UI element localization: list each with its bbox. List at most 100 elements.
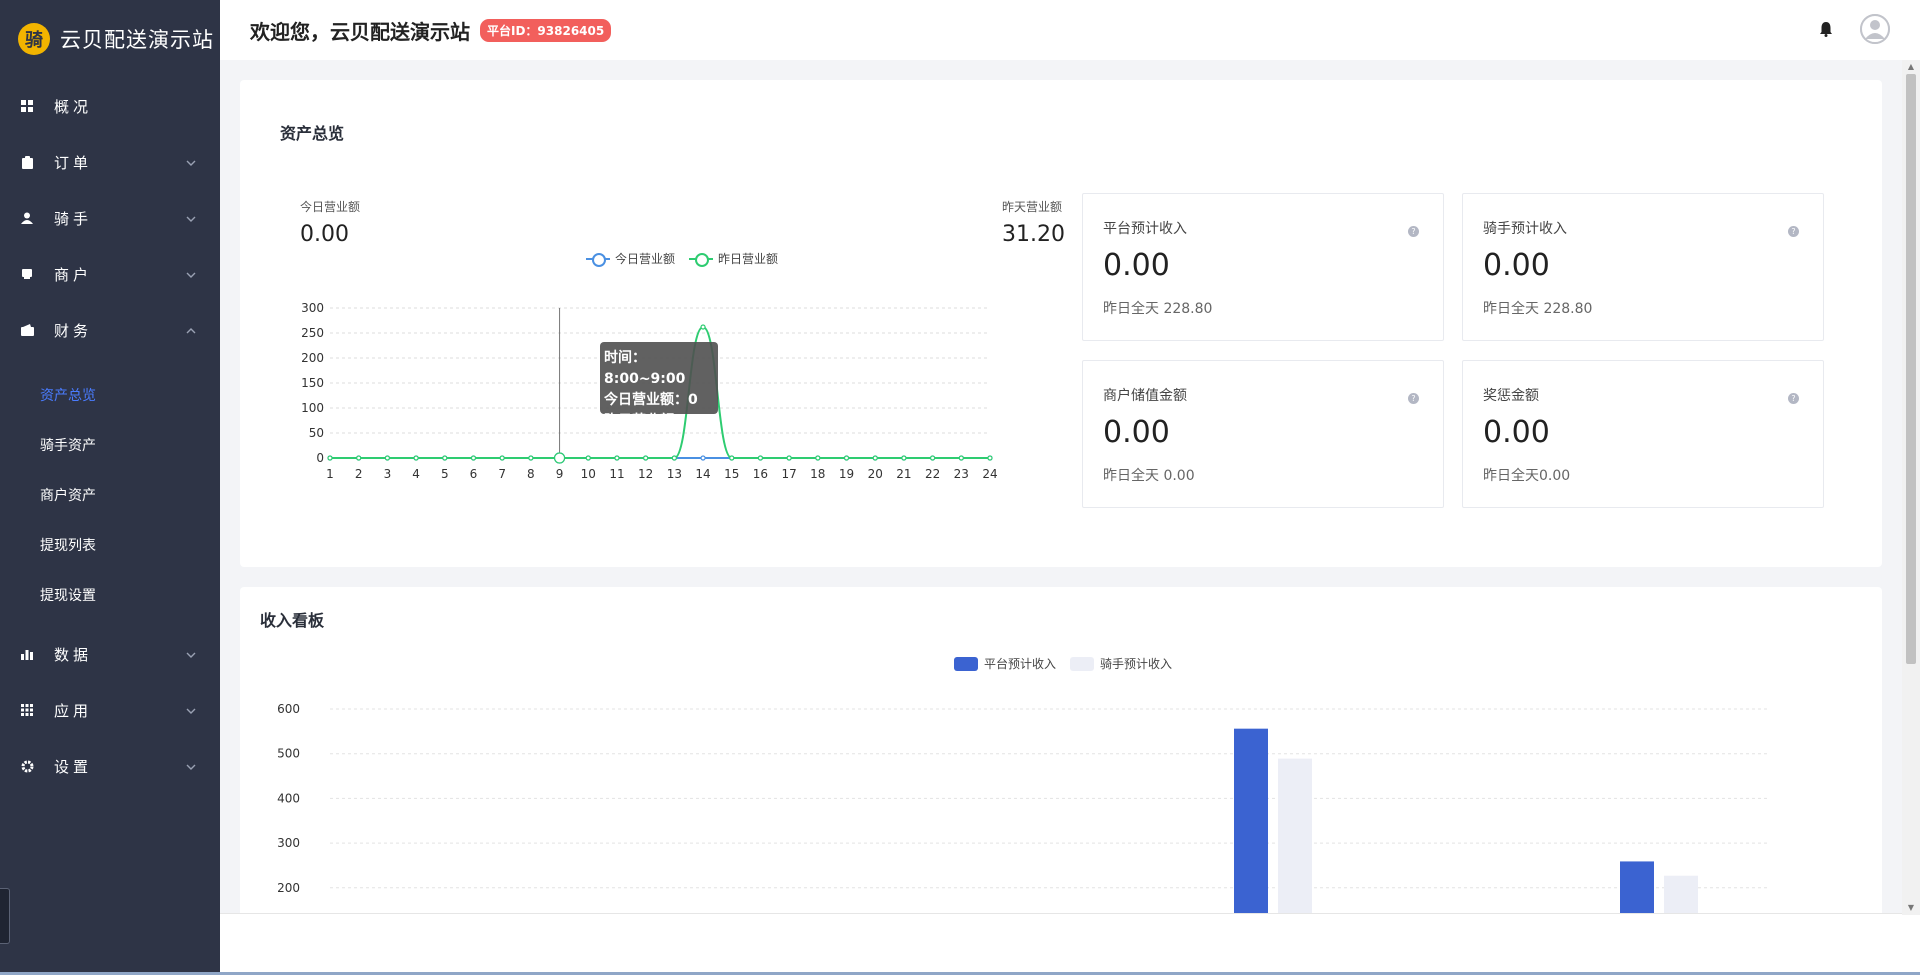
- y-tick-label: 300: [301, 301, 324, 315]
- x-tick-label: 6: [470, 467, 478, 481]
- scroll-up-icon[interactable]: ▲: [1902, 61, 1920, 73]
- scroll-thumb[interactable]: [1906, 74, 1916, 664]
- sidebar-item-label: 数据: [54, 645, 93, 664]
- data-point: [958, 455, 964, 461]
- data-point: [930, 455, 936, 461]
- subnav-asset-overview[interactable]: 资产总览: [0, 370, 220, 420]
- subnav-withdraw-settings[interactable]: 提现设置: [0, 570, 220, 620]
- income-board-panel: 收入看板 平台预计收入 骑手预计收入 200 300 400 500 600: [240, 587, 1882, 917]
- legend-line-marker: [689, 252, 714, 267]
- legend-label: 平台预计收入: [984, 657, 1057, 671]
- x-tick-label: 22: [925, 467, 940, 481]
- page-scrollbar[interactable]: ▲ ▼: [1902, 60, 1920, 915]
- tooltip-today: 今日营业额：0: [604, 392, 698, 408]
- income-bar-chart[interactable]: 200 300 400 500 600: [270, 687, 1830, 917]
- bell-icon[interactable]: [1816, 19, 1836, 39]
- data-point: [442, 455, 448, 461]
- card-reward-penalty: 奖惩金额 0.00 昨日全天0.00 ?: [1462, 360, 1824, 508]
- clipboard-icon: [20, 155, 34, 169]
- help-icon[interactable]: ?: [1408, 393, 1419, 404]
- card-value: 0.00: [1103, 415, 1170, 450]
- sidebar-item-label: 概况: [54, 97, 93, 116]
- yesterday-revenue-label: 昨天营业额: [1002, 200, 1063, 214]
- panel-title: 资产总览: [280, 124, 345, 143]
- x-tick-label: 5: [441, 467, 449, 481]
- data-point: [671, 455, 677, 461]
- data-point: [585, 455, 591, 461]
- data-point: [643, 455, 649, 461]
- sidebar-item-overview[interactable]: 概况: [0, 78, 220, 134]
- sidebar-item-data[interactable]: 数据: [0, 626, 220, 682]
- wallet-icon: [20, 323, 34, 337]
- sidebar-item-apps[interactable]: 应用: [0, 682, 220, 738]
- x-tick-label: 1: [326, 467, 334, 481]
- help-icon[interactable]: ?: [1788, 226, 1799, 237]
- x-tick-label: 17: [781, 467, 796, 481]
- subnav-withdraw-list[interactable]: 提现列表: [0, 520, 220, 570]
- finance-subnav: 资产总览 骑手资产 商户资产 提现列表 提现设置: [0, 358, 220, 626]
- legend-yesterday[interactable]: 昨日营业额: [689, 250, 778, 267]
- bar-platform: [1234, 728, 1268, 917]
- y-tick-label: 600: [277, 702, 300, 716]
- avatar[interactable]: [1860, 14, 1890, 44]
- sidebar-item-merchants[interactable]: 商户: [0, 246, 220, 302]
- card-sub: 昨日全天 0.00: [1103, 468, 1195, 484]
- sidebar-nav-lower: 数据 应用 设置: [0, 626, 220, 794]
- bar-chart-icon: [20, 647, 34, 661]
- x-tick-label: 23: [954, 467, 969, 481]
- tooltip-time: 时间：8:00~9:00: [604, 350, 686, 387]
- x-tick-label: 15: [724, 467, 739, 481]
- x-tick-label: 8: [527, 467, 535, 481]
- data-point: [384, 455, 390, 461]
- card-title: 商户储值金额: [1103, 388, 1187, 404]
- card-sub: 昨日全天 228.80: [1103, 301, 1213, 317]
- footer-area: [220, 913, 1920, 975]
- data-point: [413, 455, 419, 461]
- sidebar-item-settings[interactable]: 设置: [0, 738, 220, 794]
- x-tick-label: 16: [753, 467, 768, 481]
- sidebar-item-finance[interactable]: 财务: [0, 302, 220, 358]
- bar-rider: [1278, 758, 1312, 917]
- scroll-down-icon[interactable]: ▼: [1902, 902, 1920, 914]
- data-point: [499, 455, 505, 461]
- data-point: [872, 455, 878, 461]
- sidebar-item-orders[interactable]: 订单: [0, 134, 220, 190]
- x-tick-label: 13: [667, 467, 682, 481]
- dashboard-icon: [20, 99, 34, 113]
- legend-label: 昨日营业额: [718, 252, 779, 266]
- chevron-down-icon: [186, 704, 198, 716]
- legend-label: 今日营业额: [615, 252, 676, 266]
- yesterday-revenue-value: 31.20: [1002, 222, 1065, 247]
- legend-today[interactable]: 今日营业额: [586, 250, 675, 267]
- x-tick-label: 9: [556, 467, 564, 481]
- subnav-rider-assets[interactable]: 骑手资产: [0, 420, 220, 470]
- brand[interactable]: 骑 云贝配送演示站: [0, 0, 220, 78]
- x-tick-label: 7: [498, 467, 506, 481]
- grid-icon: [20, 703, 34, 717]
- y-tick-label: 300: [277, 836, 300, 850]
- y-tick-label: 500: [277, 747, 300, 761]
- card-merchant-balance: 商户储值金额 0.00 昨日全天 0.00 ?: [1082, 360, 1444, 508]
- x-tick-label: 2: [355, 467, 363, 481]
- card-title: 平台预计收入: [1103, 221, 1187, 237]
- help-icon[interactable]: ?: [1408, 226, 1419, 237]
- sidebar-item-riders[interactable]: 骑手: [0, 190, 220, 246]
- x-tick-label: 10: [581, 467, 596, 481]
- bar-chart-legend: 平台预计收入 骑手预计收入: [954, 655, 1186, 672]
- sidebar-item-label: 设置: [54, 757, 93, 776]
- sidebar-item-label: 财务: [54, 321, 93, 340]
- app-title: 云贝配送演示站: [60, 28, 214, 52]
- subnav-merchant-assets[interactable]: 商户资产: [0, 470, 220, 520]
- data-point: [786, 455, 792, 461]
- line-chart-legend: 今日营业额 昨日营业额: [586, 250, 792, 267]
- legend-rider[interactable]: 骑手预计收入: [1070, 655, 1172, 672]
- user-icon: [20, 211, 34, 225]
- legend-platform[interactable]: 平台预计收入: [954, 655, 1056, 672]
- chevron-down-icon: [186, 212, 198, 224]
- shop-icon: [20, 267, 34, 281]
- sidebar-collapse-handle[interactable]: [0, 888, 10, 944]
- asset-overview-panel: 资产总览 今日营业额 0.00 昨天营业额 31.20 今日营业额 昨日营业额 …: [240, 80, 1882, 567]
- card-value: 0.00: [1483, 248, 1550, 283]
- help-icon[interactable]: ?: [1788, 393, 1799, 404]
- logo-icon: 骑: [18, 23, 50, 55]
